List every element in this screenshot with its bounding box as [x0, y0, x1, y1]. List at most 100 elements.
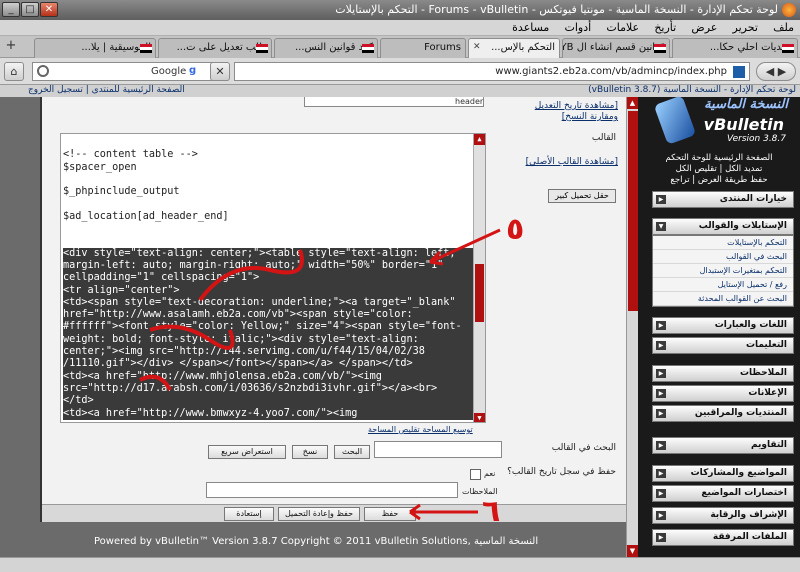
sidebar-link-save-view[interactable]: حفظ طريقة العرض | تراجع: [644, 175, 794, 186]
home-icon[interactable]: ⌂: [4, 62, 24, 81]
sidebar-group-attachments[interactable]: ▶ الملفات المرفقة: [652, 529, 794, 546]
flag-icon: [140, 44, 152, 53]
sidebar-group-notices[interactable]: ▶ الملاحظات: [652, 365, 794, 382]
minimize-button[interactable]: _: [2, 2, 20, 17]
group-label: الملفات المرفقة: [712, 532, 787, 542]
sidebar-links: الصفحة الرئيسية للوحة التحكم تمديد الكل …: [644, 153, 794, 186]
stop-icon[interactable]: ✕: [210, 62, 230, 81]
expand-icon: ▶: [656, 389, 666, 398]
sidebar-item-style-manager[interactable]: التحكم بالإستايلات: [653, 236, 793, 250]
scroll-down-icon[interactable]: ▼: [474, 413, 485, 422]
menu-file[interactable]: ملف: [773, 20, 794, 36]
scroll-up-icon[interactable]: ▲: [627, 97, 638, 109]
close-button[interactable]: ✕: [40, 2, 58, 17]
tab-6[interactable]: الموسيقية | يلا...: [34, 38, 156, 58]
find-input[interactable]: [374, 441, 502, 458]
new-tab-button[interactable]: +: [4, 39, 18, 54]
sidebar-group-moderation[interactable]: ▶ الإشراف والرقابة: [652, 507, 794, 524]
find-label: البحث في القالب: [551, 443, 616, 453]
tab-2[interactable]: التحكم بالإس... ✕: [468, 38, 560, 58]
maximize-button[interactable]: □: [21, 2, 39, 17]
template-name-field[interactable]: header: [304, 97, 484, 107]
logo-version: Version 3.8.7: [726, 134, 786, 144]
find-button[interactable]: البحث: [334, 445, 370, 459]
tab-label: منتديات احلي حكا...: [709, 42, 793, 53]
menu-edit[interactable]: تحرير: [733, 20, 758, 36]
menu-help[interactable]: مساعدة: [512, 20, 549, 36]
tab-3[interactable]: Forums: [380, 38, 466, 58]
menu-bookmarks[interactable]: علامات: [606, 20, 639, 36]
group-label: المواضيع والمشاركات: [690, 468, 787, 478]
page-scrollbar[interactable]: ▲ ▼: [626, 97, 638, 557]
close-tab-icon[interactable]: ✕: [473, 42, 481, 52]
selected-code-line: /11110.gif"></div> </span></font></span>…: [63, 358, 485, 371]
sidebar-group-ads[interactable]: ▶ الإعلانات: [652, 385, 794, 402]
group-label: اختصارات المواضيع: [701, 488, 787, 498]
address-bar[interactable]: www.giants2.eb2a.com/vb/admincp/index.ph…: [234, 62, 750, 81]
sidebar-group-styles[interactable]: ▼ الإستايلات والقوالب: [652, 218, 794, 235]
group-label: خيارات المنتدى: [719, 194, 787, 204]
search-input[interactable]: Google g: [32, 62, 228, 81]
expand-icon: ▶: [656, 441, 666, 450]
code-line: $spacer_open: [63, 161, 137, 173]
keep-history-label: حفظ في سجل تاريخ القالب؟: [507, 467, 616, 477]
selected-code-line: center;"><img src="http://i44.servimg.co…: [63, 346, 485, 359]
expand-button[interactable]: حقل تحميل كبير: [548, 189, 616, 203]
menu-tools[interactable]: أدوات: [565, 20, 592, 36]
notes-input[interactable]: [206, 482, 458, 498]
sidebar-group-forums[interactable]: ▶ المنتديات والمراقبين: [652, 405, 794, 422]
sidebar-item-updated-templates[interactable]: البحث عن القوالب المحدثة: [653, 292, 793, 306]
view-original-link[interactable]: [مشاهدة القالب الأصلي]: [526, 157, 618, 167]
scroll-thumb[interactable]: [475, 264, 484, 322]
sidebar-item-search-templates[interactable]: البحث في القوالب: [653, 250, 793, 264]
scroll-down-icon[interactable]: ▼: [627, 545, 638, 557]
sidebar-item-replacement-vars[interactable]: التحكم بمتغيرات الإستبدال: [653, 264, 793, 278]
menu-history[interactable]: تأريخ: [654, 20, 676, 36]
sidebar-group-options[interactable]: ▶ خيارات المنتدى: [652, 191, 794, 208]
code-scrollbar[interactable]: ▲ ▼: [473, 134, 485, 422]
sidebar-group-threads[interactable]: ▶ المواضيع والمشاركات: [652, 465, 794, 482]
tab-0[interactable]: منتديات احلي حكا...: [672, 38, 798, 58]
sidebar-group-calendars[interactable]: ▶ التقاويم: [652, 437, 794, 454]
preview-button[interactable]: استعراض سريع: [208, 445, 286, 459]
logo-vbulletin: vBulletin: [703, 115, 784, 134]
sidebar-link-expand-collapse[interactable]: تمديد الكل | تقليص الكل: [644, 164, 794, 175]
group-label: الإشراف والرقابة: [710, 510, 787, 520]
vbulletin-logo: النسخة الماسية vBulletin Version 3.8.7: [648, 95, 794, 145]
menu-view[interactable]: عرض: [691, 20, 717, 36]
flag-icon: [362, 44, 374, 53]
styles-subitems: التحكم بالإستايلات البحث في القوالب التح…: [652, 235, 794, 307]
tab-5[interactable]: طلب تعديل على ت...: [158, 38, 272, 58]
annotation-five: ٥: [506, 212, 525, 247]
template-code-textarea[interactable]: <!-- content table --> $spacer_open $_php…: [60, 133, 486, 423]
restore-button[interactable]: إستعادة: [224, 507, 274, 521]
save-reload-button[interactable]: حفظ وإعادة التحميل: [278, 507, 360, 521]
sidebar-group-faq[interactable]: ▶ التعليمات: [652, 337, 794, 354]
tab-4[interactable]: كود قوانين النس...: [274, 38, 378, 58]
action-bar: حفظ حفظ وإعادة التحميل إستعادة: [42, 504, 626, 522]
back-forward-button[interactable]: ◀ ▶: [756, 62, 796, 81]
sidebar-group-prefixes[interactable]: ▶ اختصارات المواضيع: [652, 485, 794, 502]
history-link[interactable]: [مشاهدة تاريخ التعديل ومقارنة النسخ]: [518, 101, 618, 123]
save-button[interactable]: حفظ: [364, 507, 416, 521]
tab-label: التحكم بالإس...: [491, 42, 555, 53]
sidebar-link-cp-home[interactable]: الصفحة الرئيسية للوحة التحكم: [644, 153, 794, 164]
scroll-up-icon[interactable]: ▲: [474, 134, 485, 145]
resize-links[interactable]: توسيع المساحة تقليص المساحة: [368, 425, 473, 434]
keep-history-checkbox[interactable]: [470, 469, 481, 480]
sidebar-item-upload-style[interactable]: رفع / تحميل الإستايل: [653, 278, 793, 292]
tab-1[interactable]: قوانين قسم انشاء ال YB: [562, 38, 670, 58]
yes-label: نعم: [484, 469, 496, 478]
selected-code-line: <td><span style="text-decoration: underl…: [63, 296, 485, 310]
flag-icon: [782, 44, 794, 53]
flag-icon: [654, 44, 666, 53]
forum-home-logout-links[interactable]: الصفحة الرئيسية للمنتدى | تسجيل الخروج: [28, 85, 185, 95]
code-text[interactable]: <!-- content table --> $spacer_open $_php…: [61, 134, 485, 420]
window-titlebar: _ □ ✕ لوحة تحكم الإدارة - النسخة الماسية…: [0, 0, 800, 20]
status-bar: [0, 557, 800, 572]
scroll-thumb[interactable]: [628, 111, 638, 311]
sidebar-group-languages[interactable]: ▶ اللغات والعبارات: [652, 317, 794, 334]
copy-button[interactable]: نسخ: [292, 445, 328, 459]
